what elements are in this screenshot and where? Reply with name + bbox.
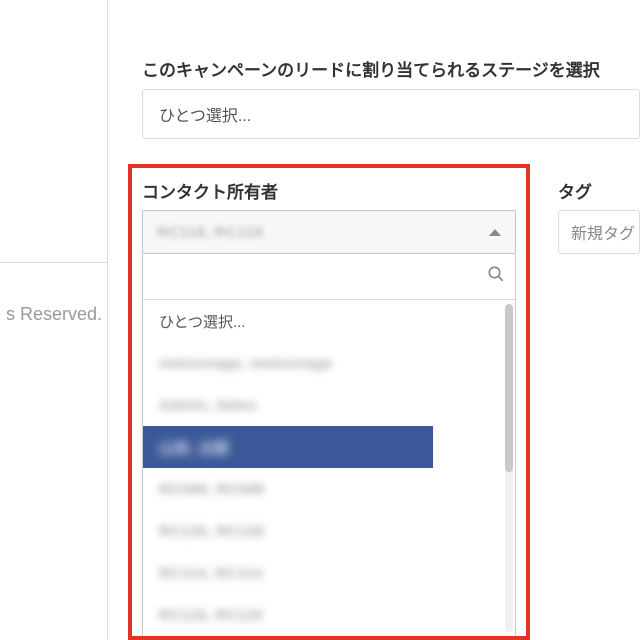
dropdown-option-label: 山本, 太郎 (159, 437, 229, 458)
dropdown-option-label: RC099, RC099 (159, 481, 264, 498)
stage-select-label: このキャンペーンのリードに割り当てられるステージを選択 (142, 56, 600, 81)
dropdown-option-label: Admin, Sales (159, 397, 257, 414)
divider (0, 262, 108, 263)
dropdown-option[interactable]: Admin, Sales (143, 384, 503, 426)
dropdown-option-label: ひとつ選択... (159, 311, 245, 332)
contact-owner-selected-value: RC118, RC118 (157, 224, 263, 241)
dropdown-option[interactable]: RC126, RC126 (143, 510, 503, 552)
dropdown-option[interactable]: matsunaga, matsunaga (143, 342, 503, 384)
stage-select[interactable]: ひとつ選択... (142, 89, 640, 139)
tags-label: タグ (558, 178, 592, 203)
stage-select-value: ひとつ選択... (159, 102, 251, 126)
dropdown-option-label: RC114, RC114 (159, 565, 263, 582)
dropdown-search-input[interactable] (153, 262, 481, 292)
dropdown-option-label: RC126, RC126 (159, 523, 264, 540)
scrollbar-thumb[interactable] (505, 304, 513, 472)
contact-owner-dropdown: ひとつ選択... matsunaga, matsunaga Admin, Sales… (142, 254, 516, 636)
dropdown-list-wrap: ひとつ選択... matsunaga, matsunaga Admin, Sales… (143, 300, 515, 636)
caret-up-icon (489, 229, 501, 236)
scrollbar[interactable] (505, 304, 513, 632)
dropdown-list: ひとつ選択... matsunaga, matsunaga Admin, Sales… (143, 300, 503, 636)
search-icon[interactable] (487, 265, 505, 288)
dropdown-option[interactable]: RC114, RC114 (143, 552, 503, 594)
contact-owner-label: コンタクト所有者 (142, 178, 278, 203)
footer-text: s Reserved. (0, 304, 108, 325)
contact-owner-select[interactable]: RC118, RC118 (142, 210, 516, 254)
tags-placeholder: 新規タグ (571, 220, 635, 244)
tags-input[interactable]: 新規タグ (558, 210, 640, 254)
dropdown-option[interactable]: RC099, RC099 (143, 468, 503, 510)
dropdown-option[interactable]: ひとつ選択... (143, 300, 503, 342)
dropdown-option-label: matsunaga, matsunaga (159, 355, 332, 372)
dropdown-option[interactable]: RC118, RC118 (143, 594, 503, 636)
dropdown-search-row (143, 254, 515, 300)
dropdown-option[interactable]: 山本, 太郎 (143, 426, 433, 468)
dropdown-option-label: RC118, RC118 (159, 607, 263, 624)
